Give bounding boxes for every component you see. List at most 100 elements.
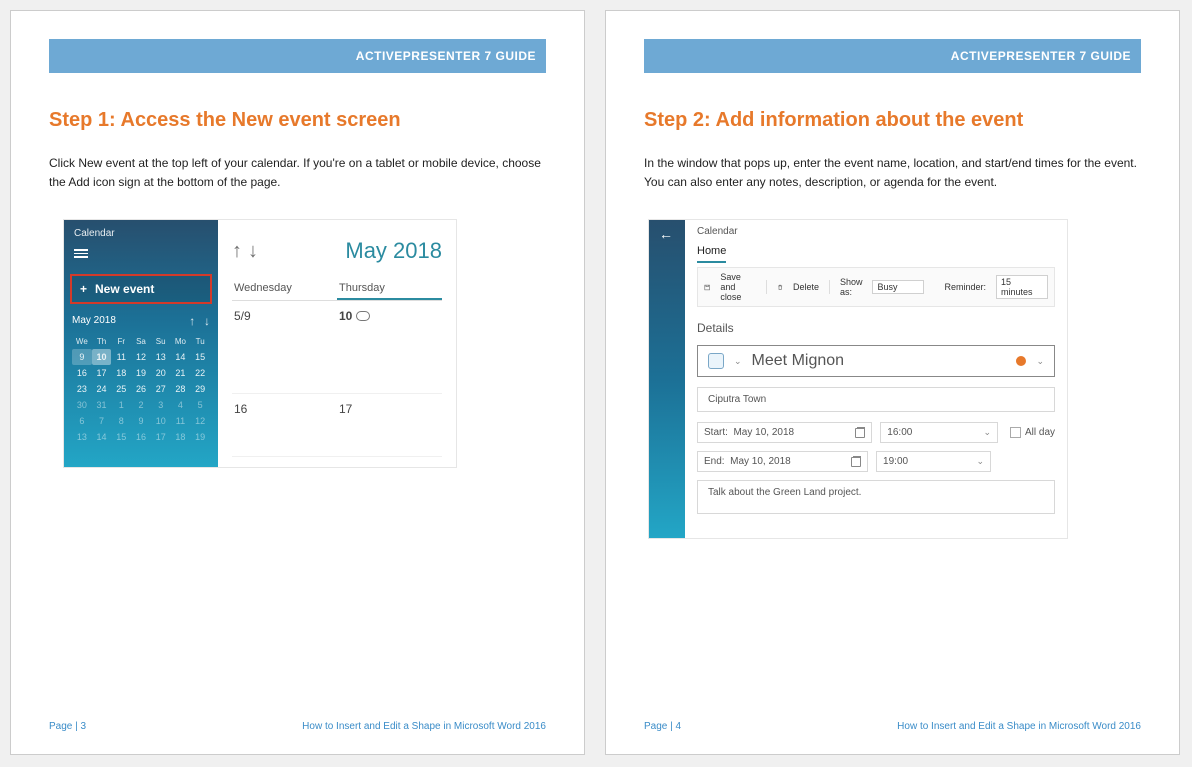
mini-day[interactable]: 6 xyxy=(72,413,92,429)
mini-day[interactable]: 3 xyxy=(151,397,171,413)
calendar-title: Calendar xyxy=(74,228,208,239)
footer: Page | 4 How to Insert and Edit a Shape … xyxy=(644,721,1141,732)
event-name-field[interactable]: ⌄ Meet Mignon ⌄ xyxy=(697,345,1055,377)
notes-field[interactable]: Talk about the Green Land project. xyxy=(697,480,1055,514)
mini-dow: We xyxy=(72,334,92,349)
mini-day[interactable]: 18 xyxy=(111,365,131,381)
reminder-select[interactable]: 15 minutes xyxy=(996,275,1048,299)
mini-day[interactable]: 24 xyxy=(92,381,112,397)
chevron-down-icon[interactable]: ⌄ xyxy=(734,356,742,367)
mini-day[interactable]: 19 xyxy=(190,429,210,445)
mini-day[interactable]: 28 xyxy=(171,381,191,397)
mini-day[interactable]: 25 xyxy=(111,381,131,397)
banner: ACTIVEPRESENTER 7 GUIDE xyxy=(49,39,546,73)
delete-button[interactable]: Delete xyxy=(793,282,819,292)
mini-day[interactable]: 10 xyxy=(151,413,171,429)
mini-day[interactable]: 16 xyxy=(72,365,92,381)
page-number: Page | 4 xyxy=(644,721,681,732)
mini-day[interactable]: 12 xyxy=(131,349,151,365)
mini-day[interactable]: 8 xyxy=(111,413,131,429)
mini-day[interactable]: 4 xyxy=(171,397,191,413)
date-cell[interactable]: 17 xyxy=(337,394,442,456)
mini-day[interactable]: 15 xyxy=(111,429,131,445)
mini-dow: Sa xyxy=(131,334,151,349)
all-day-checkbox[interactable]: All day xyxy=(1006,422,1055,443)
mini-day[interactable]: 5 xyxy=(190,397,210,413)
mini-day[interactable]: 27 xyxy=(151,381,171,397)
end-date-field[interactable]: End: May 10, 2018 xyxy=(697,451,868,472)
mini-day[interactable]: 10 xyxy=(92,349,112,365)
calendar-color-icon[interactable] xyxy=(708,353,724,369)
mini-day[interactable]: 11 xyxy=(171,413,191,429)
mini-day[interactable]: 7 xyxy=(92,413,112,429)
mini-month-label: May 2018 xyxy=(72,315,116,326)
mini-day[interactable]: 29 xyxy=(190,381,210,397)
showas-select[interactable]: Busy xyxy=(872,280,924,294)
new-event-button[interactable]: + New event xyxy=(70,274,212,304)
mini-day[interactable]: 9 xyxy=(72,349,92,365)
mini-day[interactable]: 9 xyxy=(131,413,151,429)
app-title: Calendar xyxy=(697,226,1055,237)
calendar-screenshot: Calendar + New event May 2018 ↑ ↓ WeThFr… xyxy=(63,219,457,468)
calendar-icon xyxy=(851,457,861,467)
tab-home[interactable]: Home xyxy=(697,245,726,263)
mini-day[interactable]: 14 xyxy=(92,429,112,445)
wednesday-header: Wednesday xyxy=(232,278,337,300)
mini-dow: Th xyxy=(92,334,112,349)
mini-day[interactable]: 22 xyxy=(190,365,210,381)
up-arrow-icon[interactable]: ↑ xyxy=(189,314,195,328)
date-cell[interactable]: 5/9 xyxy=(232,301,337,393)
mini-day[interactable]: 13 xyxy=(72,429,92,445)
event-main: Calendar Home Save and close Delete Show… xyxy=(685,220,1067,538)
month-label: May 2018 xyxy=(345,238,442,264)
mini-day[interactable]: 26 xyxy=(131,381,151,397)
mini-day[interactable]: 23 xyxy=(72,381,92,397)
date-cell[interactable]: 16 xyxy=(232,394,337,456)
event-screenshot: ← Calendar Home Save and close Delete Sh… xyxy=(648,219,1068,539)
mini-day[interactable]: 18 xyxy=(171,429,191,445)
prev-arrow-icon[interactable]: ↑ xyxy=(232,240,248,262)
chevron-down-icon[interactable]: ⌄ xyxy=(1036,356,1044,367)
event-name-value: Meet Mignon xyxy=(752,352,1007,370)
start-time-field[interactable]: 16:00 ⌄ xyxy=(880,422,998,443)
footer-doc-title: How to Insert and Edit a Shape in Micros… xyxy=(302,721,546,732)
calendar-icon xyxy=(855,428,865,438)
mini-day[interactable]: 13 xyxy=(151,349,171,365)
mini-dow: Su xyxy=(151,334,171,349)
save-icon xyxy=(704,282,710,293)
location-field[interactable]: Ciputra Town xyxy=(697,387,1055,412)
start-date-field[interactable]: Start: May 10, 2018 xyxy=(697,422,872,443)
next-arrow-icon[interactable]: ↓ xyxy=(248,240,264,262)
save-button[interactable]: Save and close xyxy=(720,272,755,302)
mini-day[interactable]: 30 xyxy=(72,397,92,413)
end-time-field[interactable]: 19:00 ⌄ xyxy=(876,451,991,472)
mini-day[interactable]: 19 xyxy=(131,365,151,381)
mini-day[interactable]: 20 xyxy=(151,365,171,381)
mini-day[interactable]: 1 xyxy=(111,397,131,413)
page-1: ACTIVEPRESENTER 7 GUIDE Step 1: Access t… xyxy=(10,10,585,755)
category-dot-icon[interactable] xyxy=(1016,356,1026,366)
mini-day[interactable]: 31 xyxy=(92,397,112,413)
mini-day[interactable]: 11 xyxy=(111,349,131,365)
step2-body: In the window that pops up, enter the ev… xyxy=(644,154,1141,191)
mini-month: May 2018 ↑ ↓ WeThFrSaSuMoTu9101112131415… xyxy=(64,314,218,453)
mini-day[interactable]: 15 xyxy=(190,349,210,365)
mini-day[interactable]: 2 xyxy=(131,397,151,413)
banner: ACTIVEPRESENTER 7 GUIDE xyxy=(644,39,1141,73)
chevron-down-icon: ⌄ xyxy=(983,427,991,438)
details-label: Details xyxy=(697,321,1055,335)
mini-day[interactable]: 17 xyxy=(92,365,112,381)
mini-day[interactable]: 14 xyxy=(171,349,191,365)
calendar-sidepanel: Calendar + New event May 2018 ↑ ↓ WeThFr… xyxy=(64,220,218,467)
mini-day[interactable]: 12 xyxy=(190,413,210,429)
hamburger-icon[interactable] xyxy=(74,247,88,260)
chevron-down-icon: ⌄ xyxy=(976,456,984,467)
mini-day[interactable]: 21 xyxy=(171,365,191,381)
plus-icon: + xyxy=(80,282,87,296)
mini-day[interactable]: 17 xyxy=(151,429,171,445)
date-cell-today[interactable]: 10 xyxy=(337,301,442,393)
down-arrow-icon[interactable]: ↓ xyxy=(204,314,210,328)
mini-day[interactable]: 16 xyxy=(131,429,151,445)
back-icon[interactable]: ← xyxy=(649,220,685,248)
page-number: Page | 3 xyxy=(49,721,86,732)
